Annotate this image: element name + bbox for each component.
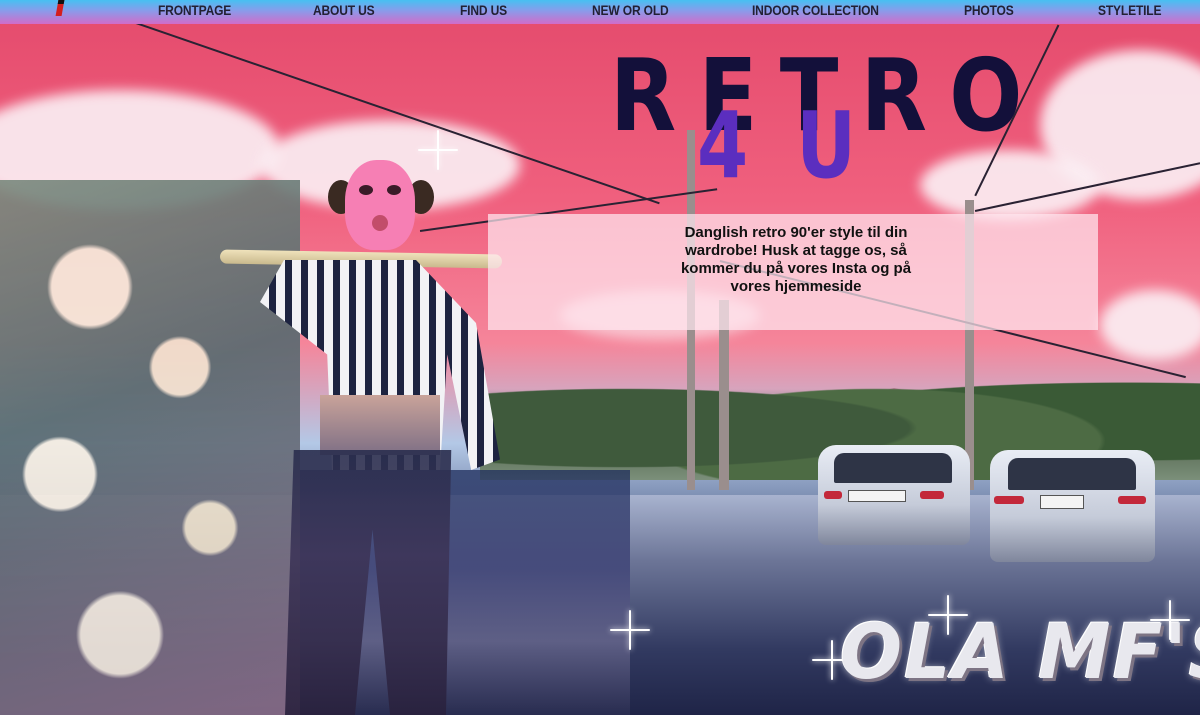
tail-light <box>994 496 1024 504</box>
nav-link-find-us[interactable]: FIND US <box>460 2 507 18</box>
tail-light <box>920 491 944 499</box>
nav-link-frontpage[interactable]: FRONTPAGE <box>158 2 231 18</box>
nav-link-indoor-collection[interactable]: INDOOR COLLECTION <box>752 2 879 18</box>
sparkle-icon <box>610 610 650 650</box>
car-window <box>1008 458 1136 490</box>
tail-light <box>1118 496 1146 504</box>
mask-mouth <box>372 215 388 231</box>
logo-icon[interactable] <box>55 0 65 16</box>
nav-link-new-or-old[interactable]: NEW OR OLD <box>592 2 669 18</box>
sparkle-icon <box>418 130 458 170</box>
license-plate <box>1040 495 1084 509</box>
brand-logo: OLA MF'S <box>840 607 1200 696</box>
site-title-suffix: 4U <box>697 92 904 199</box>
nav-link-about-us[interactable]: ABOUT US <box>313 2 375 18</box>
pink-balaclava <box>345 160 415 250</box>
model-figure <box>219 160 530 715</box>
cloud <box>920 150 1100 220</box>
nav-link-styletile[interactable]: STYLETILE <box>1098 2 1162 18</box>
parked-car <box>990 450 1155 562</box>
leggings <box>285 450 452 715</box>
car-window <box>834 453 952 483</box>
tail-light <box>824 491 842 499</box>
mask-eye <box>359 185 373 195</box>
waist <box>320 395 440 455</box>
main-nav: FRONTPAGE ABOUT US FIND US NEW OR OLD IN… <box>0 0 1200 24</box>
nav-link-photos[interactable]: PHOTOS <box>964 2 1014 18</box>
intro-text: Danglish retro 90'er style til din wardr… <box>680 224 912 295</box>
license-plate <box>848 490 906 502</box>
mask-eye <box>387 185 401 195</box>
parked-car <box>818 445 970 545</box>
